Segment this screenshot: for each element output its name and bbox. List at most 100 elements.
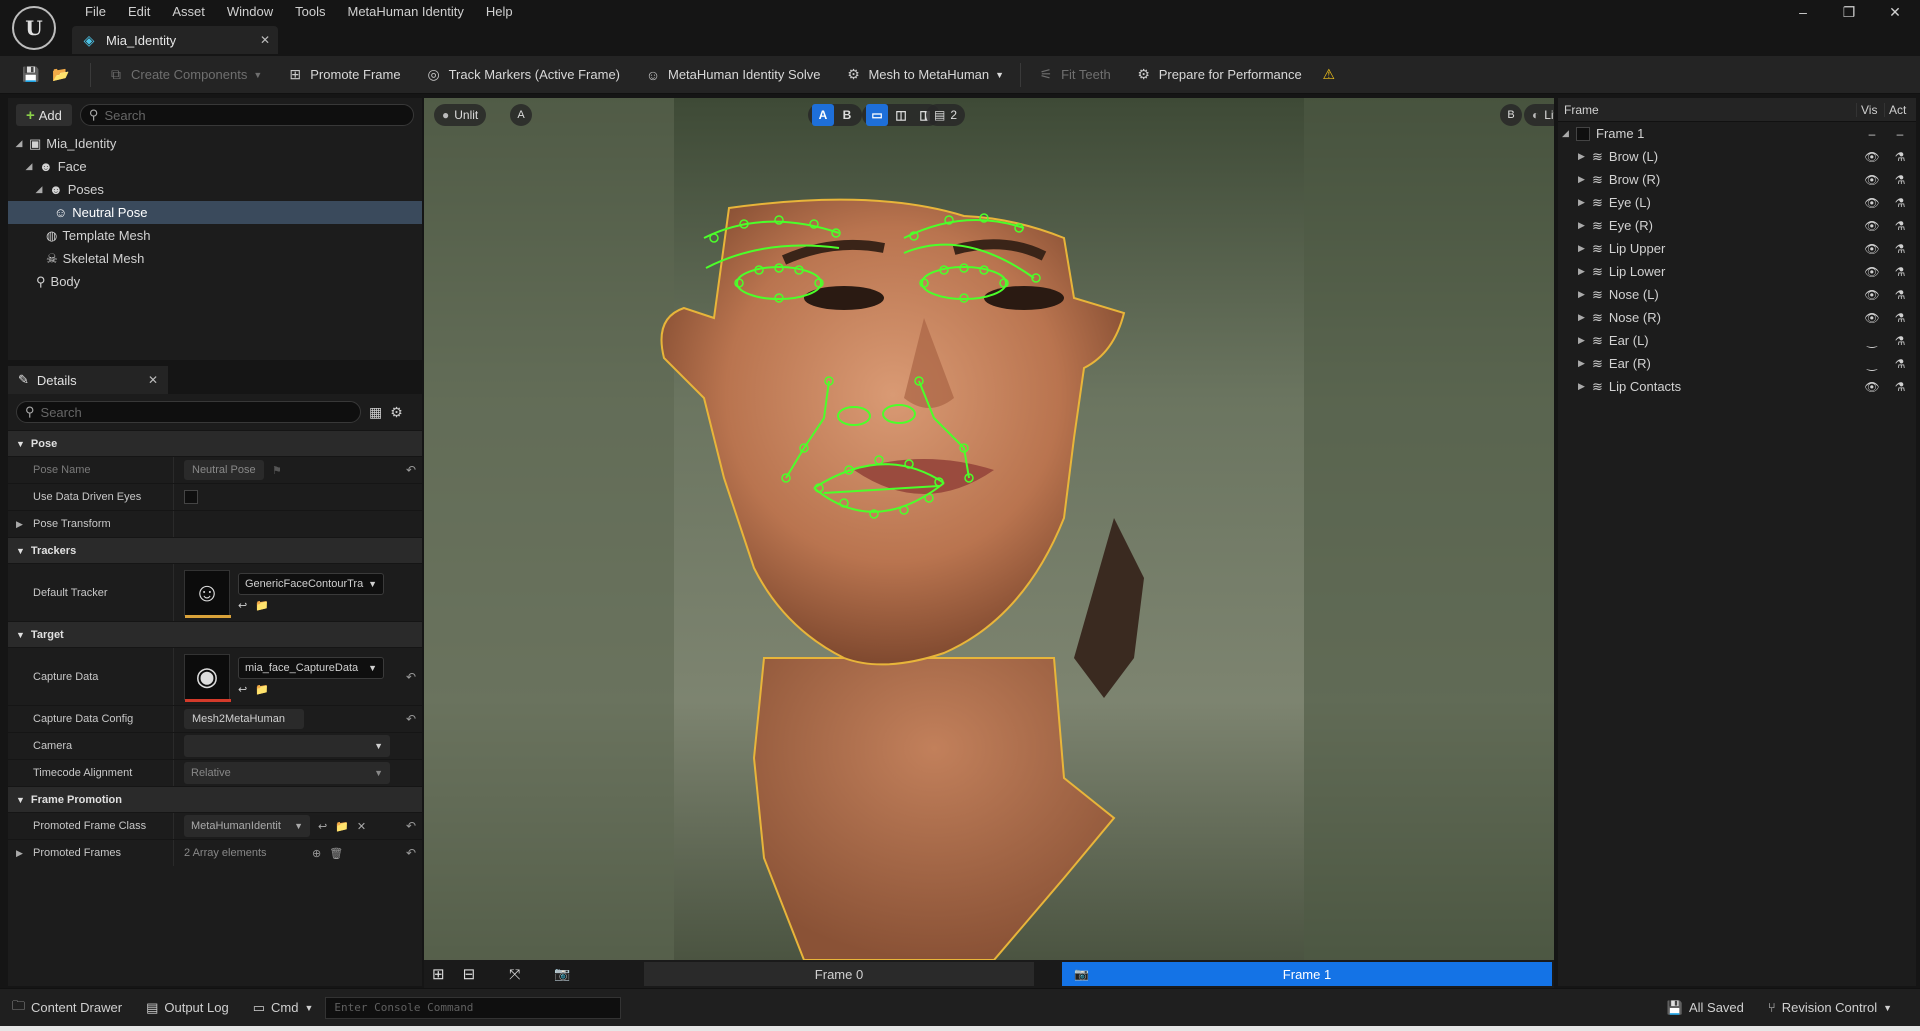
browse-icon[interactable]: 📁 bbox=[335, 820, 349, 833]
flask-icon[interactable]: ⚗ bbox=[1892, 311, 1908, 325]
reset-icon[interactable]: ↶ bbox=[406, 670, 416, 684]
camera-combo[interactable]: ▼ bbox=[184, 735, 390, 757]
expand-arrow-icon[interactable]: ▶ bbox=[1578, 174, 1590, 185]
default-tracker-combo[interactable]: GenericFaceContourTra ▼ bbox=[238, 573, 384, 595]
cmd-dropdown[interactable]: ▭ Cmd ▼ bbox=[241, 989, 326, 1026]
eye-icon[interactable]: 👁 bbox=[1864, 196, 1880, 210]
frame-1-tab[interactable]: 📷 Frame 1 bbox=[1062, 962, 1552, 986]
frame-root-row[interactable]: ◢ Frame 1 – – bbox=[1558, 122, 1916, 145]
eye-icon[interactable]: 👁 bbox=[1864, 288, 1880, 302]
add-button[interactable]: + Add bbox=[16, 104, 72, 126]
eye-icon[interactable]: 👁 bbox=[1864, 242, 1880, 256]
content-drawer-button[interactable]: 🗀 Content Drawer bbox=[0, 989, 134, 1026]
close-tab-icon[interactable]: ✕ bbox=[260, 33, 270, 47]
camera-count-button[interactable]: ▤ 2 bbox=[926, 104, 966, 126]
details-tab[interactable]: ✎ Details ✕ bbox=[8, 366, 168, 394]
curve-row[interactable]: ▶ ≋ Lip Contacts 👁 ⚗ bbox=[1558, 375, 1916, 398]
identity-solve-button[interactable]: ☺ MetaHuman Identity Solve bbox=[632, 60, 832, 90]
data-driven-eyes-checkbox[interactable] bbox=[184, 490, 198, 504]
use-selected-icon[interactable]: ↩ bbox=[238, 599, 247, 612]
all-saved-button[interactable]: 💾 All Saved bbox=[1655, 989, 1756, 1026]
minimize-button[interactable]: – bbox=[1780, 2, 1826, 22]
eye-closed-icon[interactable]: ‿ bbox=[1864, 357, 1880, 371]
table-view-icon[interactable]: ▦ bbox=[369, 404, 382, 421]
clear-icon[interactable]: ✕ bbox=[357, 820, 366, 833]
flask-icon[interactable]: ⚗ bbox=[1892, 334, 1908, 348]
view-a-toggle[interactable]: A bbox=[812, 104, 834, 126]
prop-pose-transform[interactable]: ▶ Pose Transform bbox=[8, 510, 422, 537]
viewport-render[interactable] bbox=[424, 98, 1554, 960]
outliner-search-input[interactable]: ⚲ Search bbox=[79, 104, 414, 126]
tree-item-mia-identity[interactable]: ◢ ▣ Mia_Identity bbox=[8, 132, 422, 155]
trash-icon[interactable]: 🗑 bbox=[329, 847, 343, 860]
expand-arrow-icon[interactable]: ▶ bbox=[1578, 381, 1590, 392]
use-selected-icon[interactable]: ↩ bbox=[318, 820, 327, 833]
curve-row[interactable]: ▶ ≋ Ear (L) ‿ ⚗ bbox=[1558, 329, 1916, 352]
expand-arrow-icon[interactable]: ◢ bbox=[24, 161, 34, 172]
unreal-logo-icon[interactable]: U bbox=[12, 6, 56, 50]
category-trackers[interactable]: ▼ Trackers bbox=[8, 537, 422, 563]
camera-frame-icon[interactable]: 📷 bbox=[554, 966, 570, 982]
promoted-frame-class-combo[interactable]: MetaHumanIdentit ▼ bbox=[184, 815, 310, 837]
curve-row[interactable]: ▶ ≋ Eye (R) 👁 ⚗ bbox=[1558, 214, 1916, 237]
curve-row[interactable]: ▶ ≋ Brow (R) 👁 ⚗ bbox=[1558, 168, 1916, 191]
revision-control-button[interactable]: ⑂ Revision Control ▼ bbox=[1756, 989, 1920, 1026]
eye-icon[interactable]: 👁 bbox=[1864, 265, 1880, 279]
expand-arrow-icon[interactable]: ◢ bbox=[1562, 128, 1574, 139]
capture-data-thumbnail[interactable]: ◉ bbox=[184, 653, 231, 702]
eye-icon[interactable]: 👁 bbox=[1864, 150, 1880, 164]
flask-icon[interactable]: ⚗ bbox=[1892, 196, 1908, 210]
view-b-toggle[interactable]: B bbox=[836, 104, 858, 126]
capture-data-config-field[interactable]: Mesh2MetaHuman bbox=[184, 709, 304, 729]
frame-0-tab[interactable]: Frame 0 bbox=[644, 962, 1034, 986]
promote-frame-button[interactable]: ⊞ Promote Frame bbox=[274, 60, 412, 90]
single-view-icon[interactable]: ▭ bbox=[866, 104, 888, 126]
fit-teeth-button[interactable]: ⚟ Fit Teeth bbox=[1025, 60, 1123, 90]
reset-icon[interactable]: ↶ bbox=[406, 463, 416, 477]
curve-row[interactable]: ▶ ≋ Lip Upper 👁 ⚗ bbox=[1558, 237, 1916, 260]
tracker-thumbnail[interactable]: ☺ bbox=[184, 569, 231, 618]
eye-icon[interactable]: 👁 bbox=[1864, 380, 1880, 394]
settings-gear-icon[interactable]: ⚙ bbox=[390, 404, 403, 421]
add-element-icon[interactable]: ⊕ bbox=[312, 847, 321, 860]
view-mode-unlit-button[interactable]: ● Unlit bbox=[434, 104, 487, 126]
curve-row[interactable]: ▶ ≋ Brow (L) 👁 ⚗ bbox=[1558, 145, 1916, 168]
menu-edit[interactable]: Edit bbox=[117, 3, 161, 21]
curve-row[interactable]: ▶ ≋ Ear (R) ‿ ⚗ bbox=[1558, 352, 1916, 375]
fit-view-icon[interactable]: ⤧ bbox=[509, 966, 520, 983]
expand-arrow-icon[interactable]: ◢ bbox=[14, 138, 24, 149]
flask-icon[interactable]: ⚗ bbox=[1892, 242, 1908, 256]
curve-row[interactable]: ▶ ≋ Eye (L) 👁 ⚗ bbox=[1558, 191, 1916, 214]
view-a-button[interactable]: A bbox=[510, 104, 532, 126]
details-search-input[interactable]: ⚲ Search bbox=[16, 401, 361, 423]
expand-arrow-icon[interactable]: ▶ bbox=[1578, 289, 1590, 300]
tree-item-template-mesh[interactable]: ◍ Template Mesh bbox=[8, 224, 422, 247]
expand-arrow-icon[interactable]: ▶ bbox=[16, 519, 23, 530]
browse-asset-icon[interactable]: 📂 bbox=[52, 66, 70, 84]
tree-item-poses[interactable]: ◢ ☻ Poses bbox=[8, 178, 422, 201]
expand-arrow-icon[interactable]: ▶ bbox=[1578, 151, 1590, 162]
curve-row[interactable]: ▶ ≋ Nose (R) 👁 ⚗ bbox=[1558, 306, 1916, 329]
browse-icon[interactable]: 📁 bbox=[255, 599, 269, 612]
prepare-performance-button[interactable]: ⚙ Prepare for Performance bbox=[1123, 60, 1314, 90]
track-markers-button[interactable]: ◎ Track Markers (Active Frame) bbox=[413, 60, 632, 90]
pose-name-field[interactable]: Neutral Pose bbox=[184, 460, 264, 480]
curve-row[interactable]: ▶ ≋ Nose (L) 👁 ⚗ bbox=[1558, 283, 1916, 306]
menu-asset[interactable]: Asset bbox=[161, 3, 216, 21]
menu-tools[interactable]: Tools bbox=[284, 3, 336, 21]
mesh-to-metahuman-button[interactable]: ⚙ Mesh to MetaHuman ▼ bbox=[832, 60, 1016, 90]
eye-icon[interactable]: 👁 bbox=[1864, 311, 1880, 325]
expand-arrow-icon[interactable]: ▶ bbox=[1578, 335, 1590, 346]
menu-metahuman-identity[interactable]: MetaHuman Identity bbox=[336, 3, 474, 21]
flask-icon[interactable]: ⚗ bbox=[1892, 265, 1908, 279]
reset-icon[interactable]: ↶ bbox=[406, 712, 416, 726]
console-input[interactable]: Enter Console Command bbox=[325, 996, 622, 1019]
prop-promoted-frames[interactable]: ▶ Promoted Frames 2 Array elements ⊕ 🗑 ↶ bbox=[8, 839, 422, 866]
flask-icon[interactable]: ⚗ bbox=[1892, 288, 1908, 302]
menu-help[interactable]: Help bbox=[475, 3, 524, 21]
warning-icon[interactable]: ⚠ bbox=[1320, 66, 1338, 84]
eye-icon[interactable]: 👁 bbox=[1864, 173, 1880, 187]
save-icon[interactable]: 💾 bbox=[22, 66, 40, 84]
expand-arrow-icon[interactable]: ▶ bbox=[1578, 266, 1590, 277]
flask-icon[interactable]: ⚗ bbox=[1892, 380, 1908, 394]
